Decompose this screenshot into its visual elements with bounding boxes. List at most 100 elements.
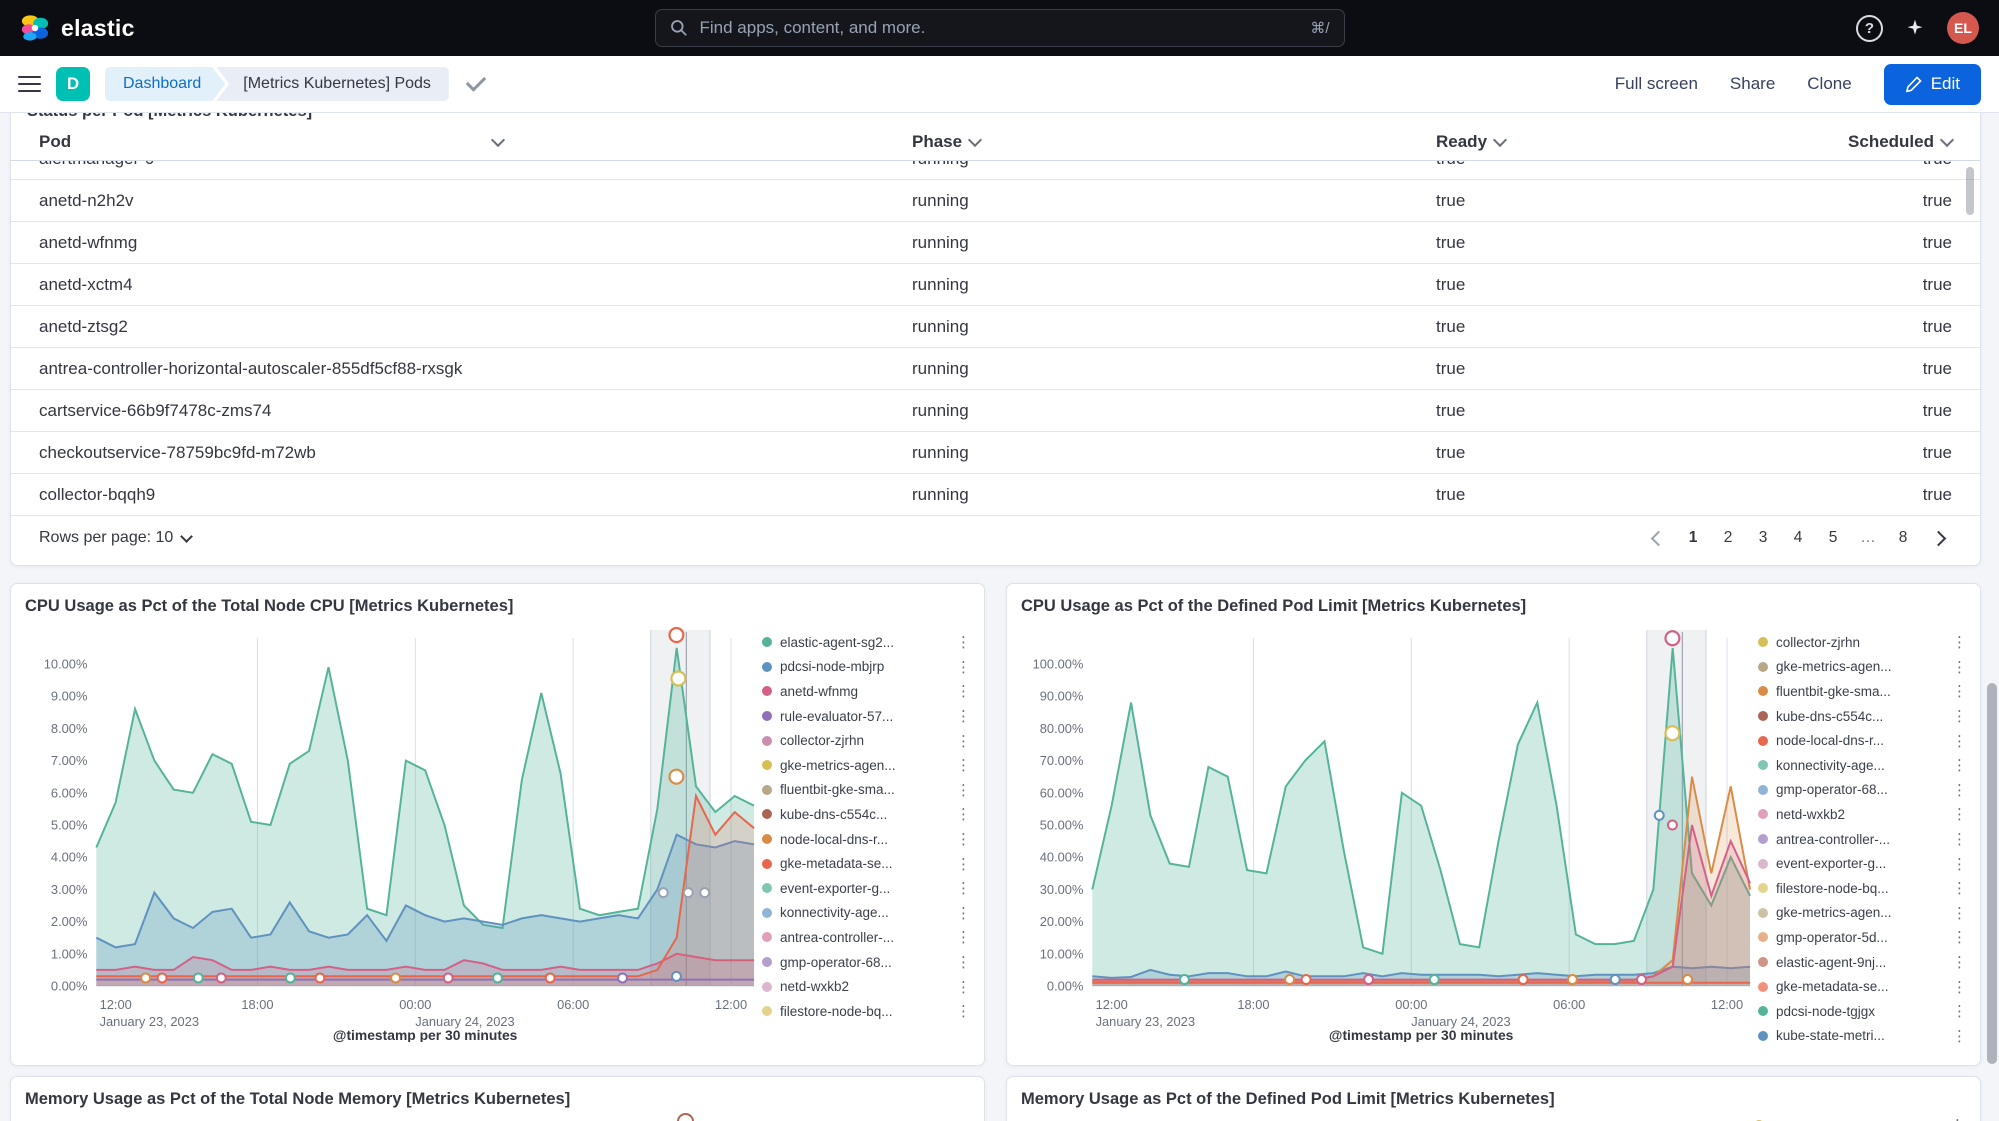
- pagination-next-button[interactable]: [1924, 524, 1952, 552]
- legend-item[interactable]: node-local-dns-r...⋮: [760, 827, 970, 852]
- phase-cell[interactable]: running: [912, 275, 1436, 295]
- legend-options-icon[interactable]: ⋮: [1952, 682, 1964, 700]
- column-header-scheduled[interactable]: Scheduled: [1776, 132, 1952, 152]
- legend-item[interactable]: elastic-agent-sg2...⋮: [760, 630, 970, 655]
- legend-item[interactable]: kube-state-metri...⋮: [1756, 1024, 1966, 1049]
- legend-item[interactable]: gmp-operator-5d...⋮: [1756, 925, 1966, 950]
- legend-options-icon[interactable]: ⋮: [1952, 830, 1964, 848]
- legend-item[interactable]: ⋮: [1752, 1113, 1964, 1121]
- table-row[interactable]: collector-bqqh9runningtruetrue: [11, 474, 1980, 516]
- scheduled-cell[interactable]: true: [1776, 359, 1952, 379]
- ready-cell[interactable]: true: [1436, 191, 1776, 211]
- legend-item[interactable]: konnectivity-age...⋮: [760, 901, 970, 926]
- legend-options-icon[interactable]: ⋮: [1952, 1027, 1964, 1045]
- scheduled-cell[interactable]: true: [1776, 161, 1952, 169]
- legend-options-icon[interactable]: ⋮: [956, 879, 968, 897]
- edit-button[interactable]: Edit: [1884, 64, 1981, 105]
- search-input[interactable]: [698, 17, 1301, 39]
- legend-options-icon[interactable]: ⋮: [956, 781, 968, 799]
- pagination-page-button[interactable]: 1: [1679, 524, 1707, 552]
- column-header-ready[interactable]: Ready: [1436, 132, 1776, 152]
- legend-item[interactable]: gmp-operator-68...⋮: [1756, 778, 1966, 803]
- ready-cell[interactable]: true: [1436, 359, 1776, 379]
- pod-cell[interactable]: anetd-n2h2v: [39, 191, 912, 211]
- legend-options-icon[interactable]: ⋮: [1952, 805, 1964, 823]
- user-avatar[interactable]: EL: [1947, 12, 1979, 44]
- pod-cell[interactable]: collector-bqqh9: [39, 485, 912, 505]
- scheduled-cell[interactable]: true: [1776, 443, 1952, 463]
- legend-item[interactable]: netd-wxkb2⋮: [760, 974, 970, 999]
- legend-item[interactable]: collector-zjrhn⋮: [760, 728, 970, 753]
- assistant-icon[interactable]: [1905, 18, 1925, 38]
- breadcrumb-dashboard[interactable]: Dashboard: [105, 67, 225, 101]
- phase-cell[interactable]: running: [912, 191, 1436, 211]
- legend-item[interactable]: node-local-dns-r...⋮: [1756, 728, 1966, 753]
- ready-cell[interactable]: true: [1436, 275, 1776, 295]
- table-scrollbar[interactable]: [1966, 167, 1974, 215]
- legend-item[interactable]: anetd-wfnmg⋮: [760, 679, 970, 704]
- legend-item[interactable]: gke-metrics-agen...⋮: [760, 753, 970, 778]
- legend-item[interactable]: gke-metrics-agen...⋮: [1756, 655, 1966, 680]
- legend-item[interactable]: fluentbit-gke-sma...⋮: [1756, 679, 1966, 704]
- phase-cell[interactable]: running: [912, 233, 1436, 253]
- global-search[interactable]: ⌘/: [655, 9, 1345, 47]
- scheduled-cell[interactable]: true: [1776, 233, 1952, 253]
- pod-cell[interactable]: anetd-ztsg2: [39, 317, 912, 337]
- chevron-down-icon[interactable]: [491, 133, 505, 147]
- legend-options-icon[interactable]: ⋮: [1952, 904, 1964, 922]
- table-row[interactable]: alertmanager-0runningtruetrue: [11, 161, 1980, 180]
- legend-options-icon[interactable]: ⋮: [1952, 707, 1964, 725]
- legend-options-icon[interactable]: ⋮: [956, 1002, 968, 1020]
- pod-cell[interactable]: anetd-xctm4: [39, 275, 912, 295]
- chevron-down-icon[interactable]: [968, 133, 982, 147]
- scheduled-cell[interactable]: true: [1776, 485, 1952, 505]
- legend-options-icon[interactable]: ⋮: [1950, 1116, 1962, 1121]
- ready-cell[interactable]: true: [1436, 443, 1776, 463]
- legend-item[interactable]: filestore-node-bq...⋮: [1756, 876, 1966, 901]
- pod-cell[interactable]: cartservice-66b9f7478c-zms74: [39, 401, 912, 421]
- legend-options-icon[interactable]: ⋮: [956, 707, 968, 725]
- legend-options-icon[interactable]: ⋮: [956, 904, 968, 922]
- column-header-pod[interactable]: Pod: [39, 132, 912, 152]
- menu-icon[interactable]: [18, 76, 41, 93]
- legend-options-icon[interactable]: ⋮: [1952, 658, 1964, 676]
- legend-options-icon[interactable]: ⋮: [1952, 978, 1964, 996]
- legend-item[interactable]: pdcsi-node-tgjgx⋮: [1756, 999, 1966, 1024]
- full-screen-button[interactable]: Full screen: [1615, 74, 1698, 94]
- scheduled-cell[interactable]: true: [1776, 401, 1952, 421]
- ready-cell[interactable]: true: [1436, 233, 1776, 253]
- legend-item[interactable]: antrea-controller-...⋮: [760, 925, 970, 950]
- pagination-prev-button[interactable]: [1644, 524, 1672, 552]
- phase-cell[interactable]: running: [912, 485, 1436, 505]
- share-button[interactable]: Share: [1730, 74, 1775, 94]
- legend-options-icon[interactable]: ⋮: [1952, 855, 1964, 873]
- legend-options-icon[interactable]: ⋮: [956, 953, 968, 971]
- table-row[interactable]: antrea-controller-horizontal-autoscaler-…: [11, 348, 1980, 390]
- phase-cell[interactable]: running: [912, 161, 1436, 169]
- table-row[interactable]: cartservice-66b9f7478c-zms74runningtruet…: [11, 390, 1980, 432]
- legend-options-icon[interactable]: ⋮: [956, 855, 968, 873]
- legend-options-icon[interactable]: ⋮: [1952, 1002, 1964, 1020]
- legend-item[interactable]: konnectivity-age...⋮: [1756, 753, 1966, 778]
- chevron-down-icon[interactable]: [1493, 133, 1507, 147]
- phase-cell[interactable]: running: [912, 359, 1436, 379]
- phase-cell[interactable]: running: [912, 401, 1436, 421]
- column-header-phase[interactable]: Phase: [912, 132, 1436, 152]
- legend-item[interactable]: antrea-controller-...⋮: [1756, 827, 1966, 852]
- legend-item[interactable]: kube-dns-c554c...⋮: [1756, 704, 1966, 729]
- rows-per-page-button[interactable]: Rows per page: 10: [39, 529, 191, 547]
- scheduled-cell[interactable]: true: [1776, 317, 1952, 337]
- scheduled-cell[interactable]: true: [1776, 275, 1952, 295]
- legend-options-icon[interactable]: ⋮: [956, 633, 968, 651]
- legend-options-icon[interactable]: ⋮: [956, 928, 968, 946]
- legend-item[interactable]: fluentbit-gke-sma...⋮: [760, 778, 970, 803]
- ready-cell[interactable]: true: [1436, 161, 1776, 169]
- legend-item[interactable]: elastic-agent-9nj...⋮: [1756, 950, 1966, 975]
- legend-item[interactable]: rule-evaluator-57...⋮: [760, 704, 970, 729]
- legend-options-icon[interactable]: ⋮: [1952, 781, 1964, 799]
- legend-options-icon[interactable]: ⋮: [956, 756, 968, 774]
- legend-item[interactable]: gke-metadata-se...⋮: [760, 851, 970, 876]
- table-row[interactable]: anetd-n2h2vrunningtruetrue: [11, 180, 1980, 222]
- pod-cell[interactable]: anetd-wfnmg: [39, 233, 912, 253]
- pagination-page-button[interactable]: 4: [1784, 524, 1812, 552]
